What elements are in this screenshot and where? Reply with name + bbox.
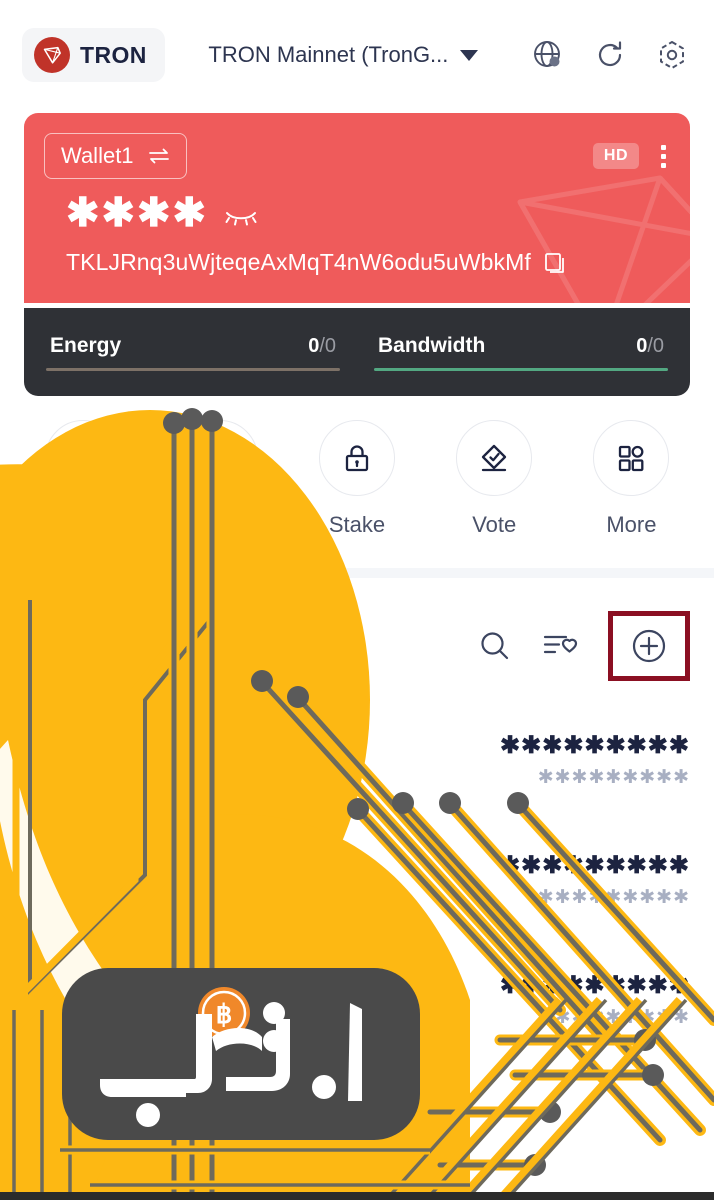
- chevron-down-icon: [460, 49, 479, 61]
- switch-wallet-icon: [148, 147, 170, 165]
- vote-ballot-icon: [456, 420, 533, 496]
- svg-text:฿: ฿: [216, 1000, 233, 1029]
- quick-actions-row: Send Receive Stake Vote More: [0, 420, 714, 538]
- resource-progress-bar: [46, 367, 340, 371]
- more-grid-icon: [593, 420, 670, 496]
- dot: [661, 153, 666, 159]
- dot: [661, 144, 666, 150]
- action-label: More: [606, 512, 657, 537]
- tab-tokens[interactable]: Tokens: [24, 631, 113, 662]
- token-balance-masked: ✱✱✱✱✱✱✱✱✱: [500, 731, 690, 759]
- wallet-card-top-row: Wallet1 HD: [24, 113, 690, 179]
- resource-total: /0: [319, 334, 336, 357]
- wallet-card: Wallet1 HD ✱✱✱✱ TKLJRnq3uWjteqeAxMqT4nW6…: [24, 113, 690, 303]
- resources-panel: Energy 0/0 Bandwidth 0/0: [24, 308, 690, 396]
- resource-value: 0/0: [636, 335, 664, 358]
- entekhab-watermark-logo: ฿: [62, 968, 420, 1140]
- wallet-switcher[interactable]: Wallet1: [44, 133, 187, 179]
- search-icon[interactable]: [476, 627, 514, 665]
- action-receive[interactable]: Receive: [151, 420, 288, 538]
- add-plus-circle-icon[interactable]: [627, 624, 671, 668]
- resource-name: Bandwidth: [378, 333, 486, 357]
- app-header: TRON TRON Mainnet (TronG...: [0, 0, 714, 110]
- token-fiat-masked: ✱✱✱✱✱✱✱✱✱: [537, 766, 690, 788]
- assets-toolbar: Tokens Collectibles: [0, 605, 714, 687]
- action-stake[interactable]: Stake: [288, 420, 425, 538]
- action-label: Vote: [472, 512, 517, 537]
- token-amounts: ✱✱✱✱✱✱✱✱✱ ✱✱✱✱✱✱✱✱✱: [500, 731, 690, 788]
- token-row[interactable]: ✱✱✱✱✱✱✱✱✱ ✱✱✱✱✱✱✱✱✱: [0, 820, 714, 940]
- receive-arrow-down-icon: [181, 420, 258, 496]
- tab-collectibles[interactable]: Collectibles: [147, 631, 280, 662]
- resource-used: 0: [636, 334, 648, 357]
- action-send[interactable]: Send: [14, 420, 151, 538]
- eye-hidden-icon[interactable]: [224, 207, 258, 227]
- settings-hexagon-icon[interactable]: [652, 35, 692, 75]
- copy-icon[interactable]: [543, 251, 567, 275]
- token-balance-masked: ✱✱✱✱✱✱✱✱✱: [500, 851, 690, 879]
- add-token-highlight: [608, 611, 690, 681]
- resource-used: 0: [308, 334, 320, 357]
- resource-total-value: 0: [652, 334, 664, 357]
- brand-chip[interactable]: TRON: [22, 28, 165, 82]
- stake-lock-icon: [319, 420, 395, 496]
- resource-total: /0: [647, 334, 664, 357]
- globe-dapp-icon[interactable]: [528, 35, 568, 75]
- token-row[interactable]: ✱✱✱✱✱✱✱✱✱ ✱✱✱✱✱✱✱✱✱: [0, 700, 714, 820]
- header-icon-group: [528, 35, 692, 75]
- action-more[interactable]: More: [563, 420, 700, 538]
- resource-header: Bandwidth 0/0: [374, 334, 668, 368]
- resource-name: Energy: [50, 333, 122, 357]
- balance-row: ✱✱✱✱: [24, 179, 690, 233]
- resource-total-value: 0: [324, 334, 336, 357]
- watermark-wordmark-icon: ฿: [100, 987, 362, 1127]
- refresh-icon[interactable]: [590, 35, 630, 75]
- manage-favorites-icon[interactable]: [542, 630, 580, 662]
- token-fiat-masked: ✱✱✱✱✱✱✱✱✱: [537, 1006, 690, 1028]
- brand-label: TRON: [80, 41, 147, 68]
- token-balance-masked: ✱✱✱✱✱✱✱✱✱: [500, 971, 690, 999]
- resource-energy[interactable]: Energy 0/0: [46, 334, 340, 371]
- action-label: Stake: [328, 512, 386, 537]
- action-label: Receive: [180, 512, 260, 537]
- tron-logo-icon: [34, 37, 70, 73]
- network-label: TRON Mainnet (TronG...: [208, 42, 449, 67]
- resource-progress-bar: [374, 367, 668, 371]
- wallet-address-row[interactable]: TKLJRnq3uWjteqeAxMqT4nW6odu5uWbkMf: [24, 233, 690, 276]
- wallet-name-label: Wallet1: [61, 143, 134, 168]
- resource-value: 0/0: [308, 335, 336, 358]
- action-vote[interactable]: Vote: [426, 420, 563, 538]
- toolbar-icon-group: [476, 611, 690, 681]
- balance-masked-value: ✱✱✱✱: [66, 191, 209, 235]
- resource-header: Energy 0/0: [46, 334, 340, 368]
- action-label: Send: [56, 512, 109, 537]
- token-amounts: ✱✱✱✱✱✱✱✱✱ ✱✱✱✱✱✱✱✱✱: [500, 971, 690, 1028]
- hd-badge: HD: [592, 143, 639, 169]
- token-amounts: ✱✱✱✱✱✱✱✱✱ ✱✱✱✱✱✱✱✱✱: [500, 851, 690, 908]
- dot: [661, 162, 666, 168]
- wallet-address: TKLJRnq3uWjteqeAxMqT4nW6odu5uWbkMf: [66, 249, 531, 275]
- tron-wallet-screen: TRON TRON Mainnet (TronG... Wallet1 HD ✱…: [0, 0, 714, 1200]
- more-vertical-icon[interactable]: [655, 141, 672, 172]
- resource-bandwidth[interactable]: Bandwidth 0/0: [374, 334, 668, 371]
- token-fiat-masked: ✱✱✱✱✱✱✱✱✱: [537, 886, 690, 908]
- section-divider: [0, 568, 714, 578]
- send-paperplane-icon: [44, 420, 121, 496]
- network-selector[interactable]: TRON Mainnet (TronG...: [159, 42, 528, 68]
